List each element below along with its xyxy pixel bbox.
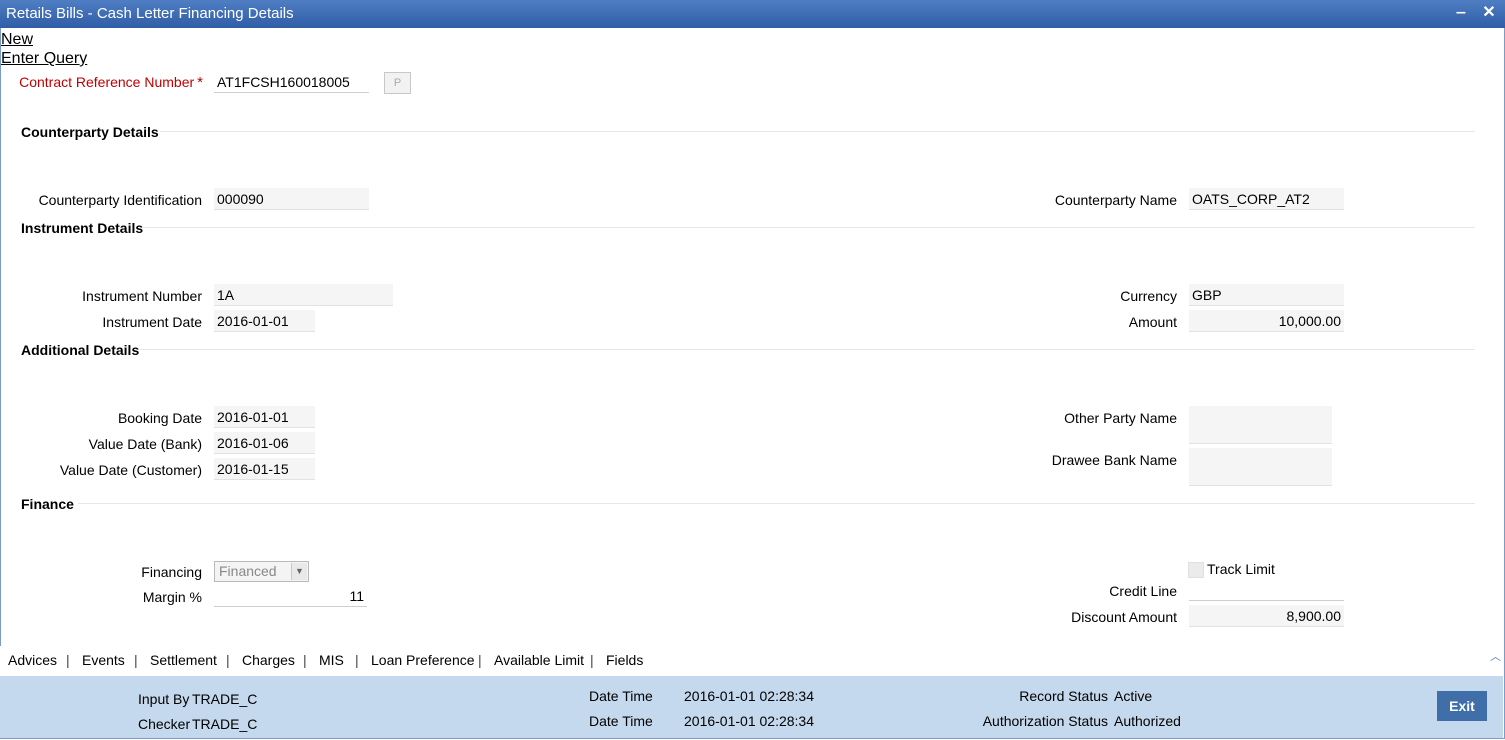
section-counterparty: Counterparty Details <box>21 124 159 140</box>
exit-button[interactable]: Exit <box>1437 691 1487 721</box>
section-instrument: Instrument Details <box>21 220 144 236</box>
amount-field[interactable]: 10,000.00 <box>1189 310 1344 332</box>
tab-separator: | <box>134 652 138 668</box>
authorization-status-value: Authorized <box>1114 713 1181 729</box>
amount-label: Amount <box>1128 314 1177 330</box>
tab-advices[interactable]: Advices <box>8 652 57 668</box>
tab-separator: | <box>303 652 307 668</box>
contract-ref-input[interactable]: AT1FCSH160018005 <box>214 71 369 93</box>
financing-label: Financing <box>141 564 202 580</box>
divider <box>160 131 1475 132</box>
value-date-customer-field[interactable]: 2016-01-15 <box>214 458 315 480</box>
discount-amount-label: Discount Amount <box>1071 609 1177 625</box>
tab-separator: | <box>66 652 70 668</box>
tab-fields[interactable]: Fields <box>606 652 643 668</box>
tab-mis[interactable]: MIS <box>319 652 344 668</box>
instrument-date-field[interactable]: 2016-01-01 <box>214 310 315 332</box>
counterparty-name-label: Counterparty Name <box>1054 192 1177 208</box>
discount-amount-field[interactable]: 8,900.00 <box>1189 605 1344 627</box>
value-date-bank-label: Value Date (Bank) <box>88 436 202 452</box>
counterparty-name-field[interactable]: OATS_CORP_AT2 <box>1189 188 1344 210</box>
enter-query-link[interactable]: Enter Query <box>1 50 87 68</box>
divider <box>140 349 1475 350</box>
new-link[interactable]: New <box>1 31 33 49</box>
window-title: Retails Bills - Cash Letter Financing De… <box>6 5 294 22</box>
booking-date-label: Booking Date <box>117 410 202 426</box>
financing-selected-value: Financed <box>219 563 277 579</box>
instrument-number-field[interactable]: 1A <box>214 284 393 306</box>
input-datetime-label: Date Time <box>589 688 653 704</box>
checker-datetime-value: 2016-01-01 02:28:34 <box>684 713 814 729</box>
currency-label: Currency <box>1120 288 1177 304</box>
tab-separator: | <box>355 652 359 668</box>
divider <box>78 503 1475 504</box>
track-limit-label: Track Limit <box>1207 561 1275 577</box>
credit-line-label: Credit Line <box>1109 583 1177 599</box>
form-frame <box>0 28 1505 739</box>
input-by-value: TRADE_C <box>192 691 258 707</box>
minimize-icon[interactable]: ‒ <box>1451 3 1471 23</box>
checker-label: Checker <box>138 716 191 732</box>
booking-date-field[interactable]: 2016-01-01 <box>214 406 315 428</box>
close-icon[interactable]: ✕ <box>1479 3 1499 23</box>
tab-separator: | <box>590 652 594 668</box>
margin-label: Margin % <box>142 589 202 605</box>
value-date-bank-field[interactable]: 2016-01-06 <box>214 432 315 454</box>
margin-field[interactable]: 11 <box>214 585 367 607</box>
value-date-customer-label: Value Date (Customer) <box>59 462 202 478</box>
tab-separator: | <box>478 652 482 668</box>
track-limit-checkbox[interactable] <box>1188 562 1204 578</box>
tab-settlement[interactable]: Settlement <box>150 652 217 668</box>
section-finance: Finance <box>21 496 74 512</box>
instrument-number-label: Instrument Number <box>82 288 202 304</box>
authorization-status-label: Authorization Status <box>982 713 1108 729</box>
currency-field[interactable]: GBP <box>1189 284 1344 306</box>
tab-available-limit[interactable]: Available Limit <box>494 652 584 668</box>
drawee-bank-name-label: Drawee Bank Name <box>1051 452 1177 468</box>
scroll-up-icon[interactable]: ︿ <box>1490 648 1501 664</box>
counterparty-id-field[interactable]: 000090 <box>214 188 369 210</box>
checker-datetime-label: Date Time <box>589 713 653 729</box>
populate-button[interactable]: P <box>384 72 411 94</box>
section-additional: Additional Details <box>21 342 140 358</box>
tab-loan-preference[interactable]: Loan Preference <box>371 652 475 668</box>
instrument-date-label: Instrument Date <box>102 314 202 330</box>
other-party-name-label: Other Party Name <box>1064 410 1177 426</box>
credit-line-field[interactable] <box>1189 579 1344 601</box>
title-bar: Retails Bills - Cash Letter Financing De… <box>0 0 1505 28</box>
checker-value: TRADE_C <box>192 716 258 732</box>
divider <box>142 227 1475 228</box>
tab-events[interactable]: Events <box>82 652 125 668</box>
tab-charges[interactable]: Charges <box>242 652 295 668</box>
input-by-label: Input By <box>138 691 190 707</box>
financing-select[interactable]: Financed ▼ <box>214 561 309 582</box>
contract-ref-label-text: Contract Reference Number <box>19 74 195 90</box>
tab-separator: | <box>226 652 230 668</box>
chevron-down-icon[interactable]: ▼ <box>291 563 307 580</box>
contract-ref-label: Contract Reference Number * <box>19 74 203 91</box>
subsystem-tabs: Advices | Events | Settlement | Charges … <box>0 646 1503 676</box>
required-marker: * <box>197 74 203 91</box>
other-party-name-field[interactable] <box>1189 406 1332 444</box>
input-datetime-value: 2016-01-01 02:28:34 <box>684 688 814 704</box>
record-status-value: Active <box>1114 688 1153 704</box>
record-status-label: Record Status <box>1019 688 1108 704</box>
counterparty-id-label: Counterparty Identification <box>38 192 202 208</box>
drawee-bank-name-field[interactable] <box>1189 448 1332 486</box>
